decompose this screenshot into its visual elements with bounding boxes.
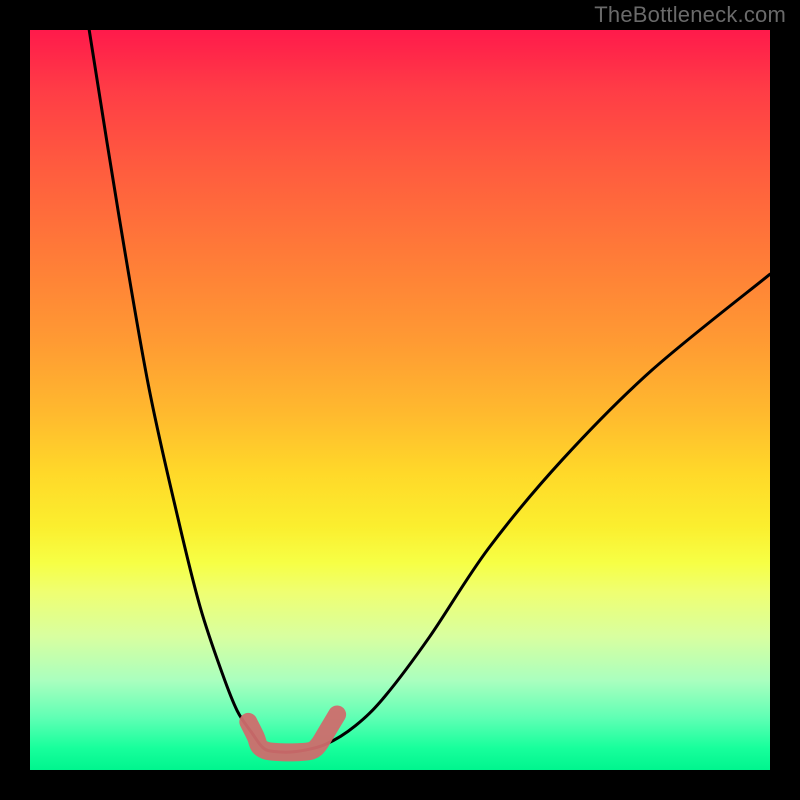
plot-area (30, 30, 770, 770)
marker-band (248, 715, 337, 753)
watermark-text: TheBottleneck.com (594, 2, 786, 28)
black-curve (89, 30, 770, 752)
chart-svg (30, 30, 770, 770)
chart-frame: TheBottleneck.com (0, 0, 800, 800)
